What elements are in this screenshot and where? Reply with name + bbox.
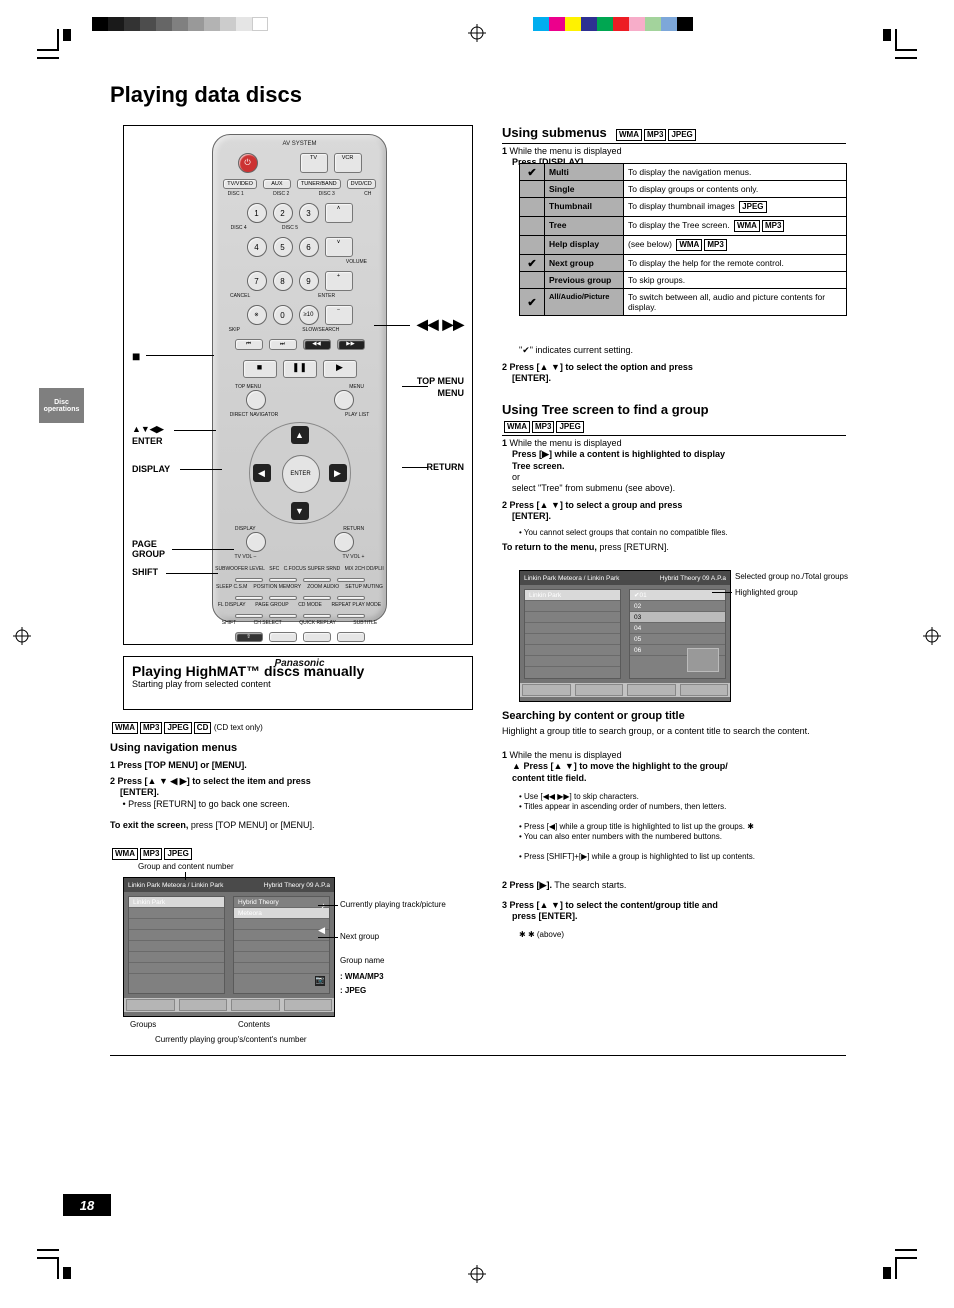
arrow-right-icon: ▶ bbox=[329, 464, 347, 482]
disc-labels-2: DISC 4DISC 5 bbox=[213, 225, 386, 231]
format-tags-2: WMAMP3JPEG bbox=[110, 848, 192, 860]
arrow-down-icon: ▼ bbox=[291, 502, 309, 520]
manual-subheading: Starting play from selected content bbox=[132, 679, 464, 689]
registration-mark-icon bbox=[468, 24, 486, 42]
arrow-up-icon: ▲ bbox=[291, 426, 309, 444]
aux-button: AUX bbox=[263, 179, 291, 189]
callout-menu: MENU bbox=[438, 388, 465, 398]
tree-screenshot: Linkin Park Meteora / Linkin Park Hybrid… bbox=[519, 570, 731, 702]
contents-pane: Hybrid Theory Meteora ♪ ◀ 📷 bbox=[233, 896, 330, 994]
submenu-options-table: ✔MultiTo display the navigation menus. S… bbox=[519, 163, 847, 316]
remote-body: AV SYSTEM ⏻ TV VCR TV/VIDEO AUX TUNER/BA… bbox=[212, 134, 387, 622]
callout-stop: ■ bbox=[132, 348, 140, 364]
vcr-button: VCR bbox=[334, 153, 362, 173]
remote-header: AV SYSTEM bbox=[213, 141, 386, 147]
registration-mark-icon bbox=[13, 627, 31, 645]
stop-icon: ■ bbox=[243, 360, 277, 378]
page-number: 18 bbox=[63, 1194, 111, 1216]
callout-topmenu: TOP MENU bbox=[417, 376, 464, 386]
pause-icon: ❚❚ bbox=[283, 360, 317, 378]
nav-menu-screenshot: Linkin Park Meteora / Linkin Park Hybrid… bbox=[123, 877, 335, 1017]
registration-mark-icon bbox=[468, 1265, 486, 1283]
callout-group: GROUP bbox=[132, 549, 165, 559]
arrow-left-icon: ◀ bbox=[253, 464, 271, 482]
format-tags: WMAMP3JPEGCD (CD text only) bbox=[110, 722, 263, 734]
callout-shift: SHIFT bbox=[132, 567, 158, 577]
tvvideo-button: TV/VIDEO bbox=[223, 179, 257, 189]
page-title: Playing data discs bbox=[110, 82, 302, 108]
manual-heading: Playing HighMAT™ discs manually bbox=[132, 663, 464, 679]
divider bbox=[110, 1055, 846, 1056]
callout-return: RETURN bbox=[427, 462, 465, 472]
nav-pad: ▲ ▼ ◀ ▶ ENTER bbox=[249, 422, 351, 524]
grayscale-bar bbox=[92, 17, 268, 31]
callout-display: DISPLAY bbox=[132, 464, 170, 474]
groups-pane: Linkin Park bbox=[128, 896, 225, 994]
callout-enter: ENTER bbox=[132, 436, 163, 446]
registration-mark-icon bbox=[923, 627, 941, 645]
camera-icon: 📷 bbox=[315, 976, 325, 986]
tree-heading: Using Tree screen to find a group WMAMP3… bbox=[502, 402, 846, 436]
dvdcd-button: DVD/CD bbox=[347, 179, 376, 189]
play-icon: ▶ bbox=[323, 360, 357, 378]
cursor-icon: ◀ bbox=[318, 925, 325, 936]
tuner-button: TUNER/BAND bbox=[297, 179, 341, 189]
power-icon: ⏻ bbox=[238, 153, 258, 173]
disc-labels-1: DISC 1DISC 2DISC 3CH bbox=[213, 191, 386, 197]
remote-diagram: AV SYSTEM ⏻ TV VCR TV/VIDEO AUX TUNER/BA… bbox=[123, 125, 473, 645]
tv-button: TV bbox=[300, 153, 328, 173]
submenu-heading: Using submenus WMAMP3JPEG bbox=[502, 125, 846, 144]
manual-play-box: Playing HighMAT™ discs manually Starting… bbox=[123, 656, 473, 710]
color-bar bbox=[533, 17, 693, 31]
callout-page: PAGE bbox=[132, 539, 157, 549]
navmenus-heading: Using navigation menus bbox=[110, 742, 237, 756]
enter-button: ENTER bbox=[282, 455, 320, 493]
callout-search: ◀◀ ▶▶ bbox=[417, 316, 464, 333]
callout-arrows: ▲▼◀▶ bbox=[132, 424, 164, 435]
sidebar-tab: Disc operations bbox=[39, 388, 84, 423]
search-heading: Searching by content or group title bbox=[502, 710, 685, 724]
